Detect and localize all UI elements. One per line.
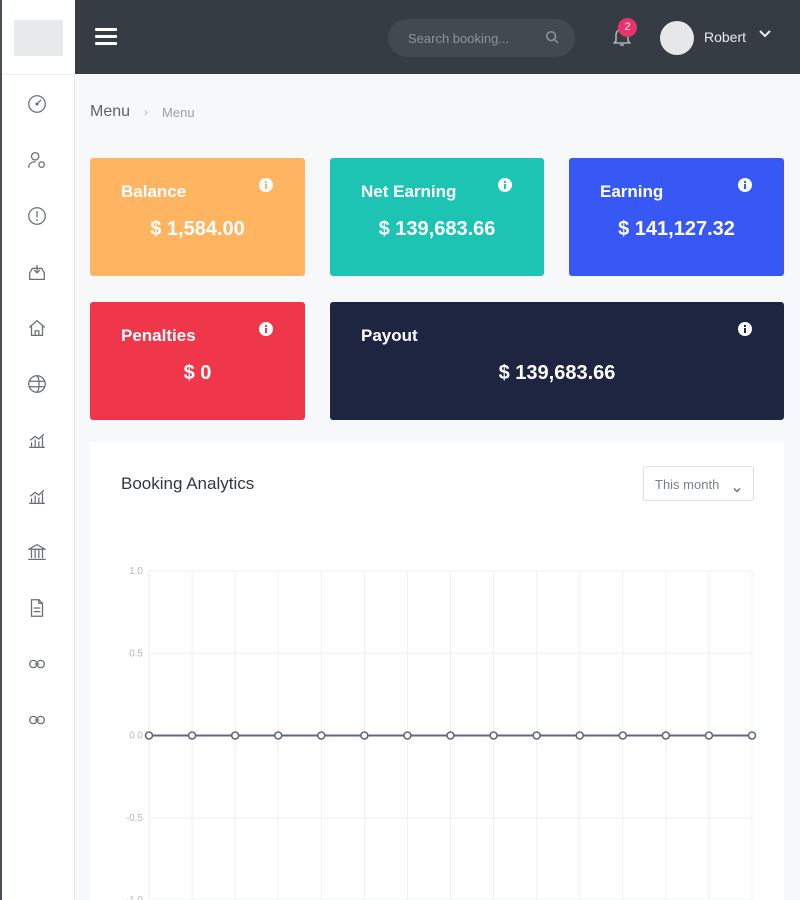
card-label: Penalties — [121, 326, 196, 345]
inbox-download-icon[interactable] — [24, 259, 50, 285]
search-icon[interactable] — [545, 30, 559, 44]
chevron-down-icon[interactable] — [758, 27, 772, 41]
card-label: Net Earning — [361, 182, 457, 201]
card-value: $ 141,127.32 — [618, 218, 735, 240]
data-point — [661, 731, 671, 740]
home-icon[interactable] — [24, 315, 50, 341]
breadcrumb-current: Menu — [162, 104, 195, 120]
data-point — [187, 731, 197, 740]
breadcrumb: Menu › Menu — [90, 103, 195, 121]
data-point — [403, 731, 412, 740]
y-tick-label: 0.0 — [129, 731, 143, 742]
data-point — [575, 731, 585, 740]
earning-card: Earning $ 141,127.32 — [569, 158, 784, 276]
card-label: Balance — [121, 182, 187, 201]
net-earning-card: Net Earning $ 139,683.66 — [330, 158, 544, 276]
data-point — [230, 731, 240, 740]
top-navbar: 2 Robert — [75, 0, 800, 74]
booking-analytics-chart: 1.0 0.5 0.0 -0.5 -1.0 — [126, 566, 757, 900]
bar-chart-icon[interactable] — [24, 483, 50, 509]
info-icon[interactable] — [259, 178, 273, 192]
avatar[interactable] — [660, 21, 694, 55]
logo[interactable] — [14, 20, 63, 56]
globe-icon[interactable] — [24, 371, 50, 397]
bar-chart-icon[interactable] — [24, 427, 50, 453]
data-point — [704, 731, 714, 740]
breadcrumb-separator: › — [144, 105, 149, 119]
y-tick-label: 1.0 — [129, 566, 143, 577]
card-label: Earning — [600, 182, 664, 201]
data-point — [360, 731, 369, 740]
logo-area — [2, 0, 75, 75]
bank-icon[interactable] — [24, 539, 50, 565]
search-box — [388, 19, 575, 57]
data-point — [273, 731, 283, 740]
y-tick-label: -1.0 — [126, 895, 144, 900]
card-value: $ 139,683.66 — [378, 218, 496, 240]
y-tick-label: -0.5 — [126, 813, 144, 824]
document-icon[interactable] — [24, 595, 50, 621]
data-point — [446, 731, 455, 740]
data-point — [532, 731, 541, 740]
card-label: Payout — [361, 326, 418, 345]
info-icon[interactable] — [259, 322, 273, 336]
card-value: $ 1,584.00 — [150, 218, 245, 240]
balance-card: Balance $ 1,584.00 — [90, 158, 305, 276]
chevron-down-icon — [733, 481, 741, 493]
booking-analytics-panel: 1.0 0.5 0.0 -0.5 -1.0 Booking Analytics This… — [90, 442, 784, 900]
info-icon[interactable] — [738, 178, 752, 192]
penalties-card: Penalties $ 0 — [90, 302, 305, 420]
breadcrumb-root[interactable]: Menu — [90, 103, 130, 121]
panel-title: Booking Analytics — [121, 474, 255, 493]
data-point — [489, 731, 498, 740]
data-point — [144, 731, 154, 740]
period-select-value: This month — [655, 477, 720, 492]
sidebar — [0, 0, 75, 900]
card-value: $ 139,683.66 — [498, 362, 616, 384]
alert-circle-icon[interactable] — [24, 203, 50, 229]
dashboard-gauge-icon[interactable] — [24, 91, 50, 117]
data-point — [747, 731, 757, 740]
link-icon[interactable] — [24, 707, 50, 733]
data-point — [618, 731, 628, 740]
link-icon[interactable] — [24, 651, 50, 677]
user-name[interactable]: Robert — [704, 29, 746, 45]
info-icon[interactable] — [498, 178, 512, 192]
menu-toggle-icon[interactable] — [95, 28, 117, 46]
search-input[interactable] — [408, 29, 538, 47]
y-tick-label: 0.5 — [129, 648, 143, 659]
payout-card: Payout $ 139,683.66 — [330, 302, 784, 420]
period-select[interactable]: This month — [643, 466, 754, 501]
notification-badge: 2 — [618, 18, 637, 37]
card-value: $ 0 — [183, 362, 212, 384]
data-point — [316, 731, 326, 740]
user-settings-icon[interactable] — [24, 147, 50, 173]
info-icon[interactable] — [738, 322, 752, 336]
